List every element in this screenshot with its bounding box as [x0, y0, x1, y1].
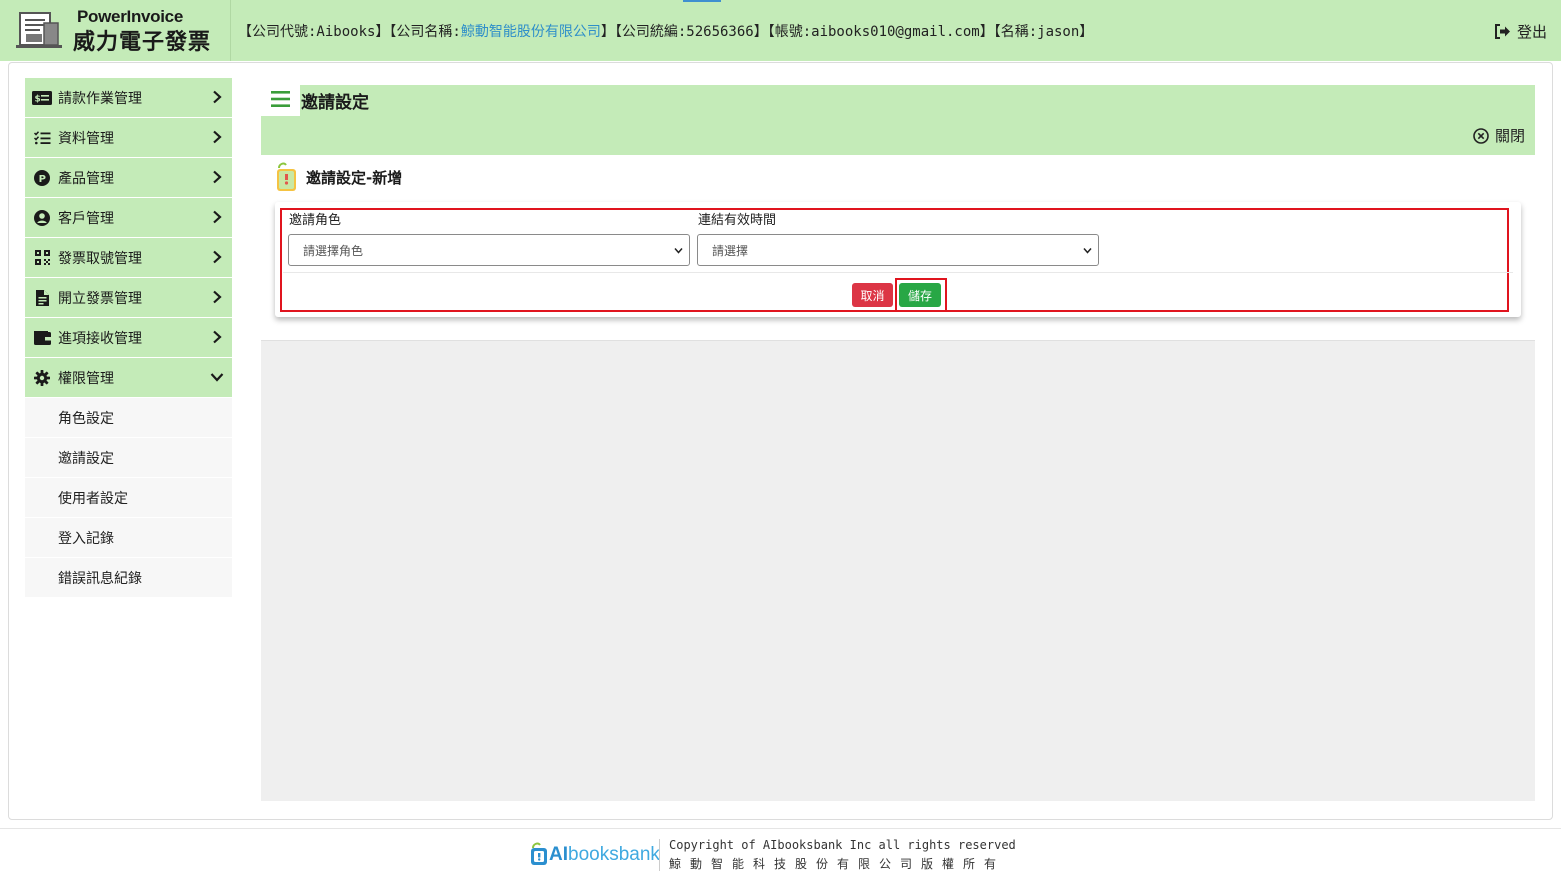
chevron-down-icon	[1083, 248, 1092, 254]
list-check-icon	[32, 129, 52, 147]
footer-separator	[659, 839, 660, 871]
sidebar-item-label: 權限管理	[58, 370, 114, 387]
company-name-link[interactable]: 鯨動智能股份有限公司	[461, 24, 601, 40]
product-p-icon: P	[32, 169, 52, 187]
invoice-money-icon: $	[32, 89, 52, 107]
account-info-bar: 【公司代號:Aibooks】【公司名稱:鯨動智能股份有限公司】【公司統編:526…	[238, 21, 1093, 41]
gear-icon	[32, 369, 52, 387]
info-prefix: 【公司代號:Aibooks】【公司名稱:	[238, 24, 461, 40]
sidebar-item-label: 進項接收管理	[58, 330, 142, 347]
role-field-label: 邀請角色	[289, 213, 342, 228]
sidebar-subitem-user-settings[interactable]: 使用者設定	[25, 478, 232, 517]
chevron-right-icon	[213, 250, 222, 264]
role-select[interactable]: 請選擇角色	[288, 234, 690, 266]
close-circle-icon	[1473, 127, 1489, 144]
link-expiry-select[interactable]: 請選擇	[697, 234, 1099, 266]
page-title-bar: 邀請設定 關閉	[261, 85, 1535, 155]
role-select-value: 請選擇角色	[303, 243, 364, 258]
menu-toggle-button[interactable]	[261, 85, 300, 116]
svg-text:$: $	[35, 94, 41, 104]
sidebar-item-billing[interactable]: $ 請款作業管理	[25, 78, 232, 117]
close-label: 關閉	[1494, 127, 1525, 145]
sidebar-item-label: 資料管理	[58, 130, 114, 147]
sidebar-item-permission[interactable]: 權限管理	[25, 358, 232, 397]
aibooksbank-logo-icon	[531, 842, 547, 865]
sidebar-subitem-error-logs[interactable]: 錯誤訊息紀錄	[25, 558, 232, 597]
content-area: 邀請設定 關閉 邀請設定-新增 邀請角色 請選擇角色 連結有效時間 請選擇 取消…	[261, 85, 1535, 801]
brand-b-text: booksbank	[568, 844, 660, 865]
form-panel: 邀請設定-新增 邀請角色 請選擇角色 連結有效時間 請選擇 取消 儲存	[261, 155, 1535, 341]
sidebar-item-data[interactable]: 資料管理	[25, 118, 232, 157]
sidebar-item-label: 請款作業管理	[58, 90, 142, 107]
top-header: PowerInvoice 威力電子發票 【公司代號:Aibooks】【公司名稱:…	[0, 0, 1561, 61]
sidebar-item-product[interactable]: P 產品管理	[25, 158, 232, 197]
sidebar-subitem-role-settings[interactable]: 角色設定	[25, 398, 232, 437]
page-title: 邀請設定	[301, 93, 369, 113]
invoice-logo-icon	[16, 12, 62, 48]
chevron-right-icon	[213, 170, 222, 184]
sidebar-item-label: 發票取號管理	[58, 250, 142, 267]
logout-button[interactable]: 登出	[1494, 21, 1547, 42]
svg-text:P: P	[39, 174, 46, 185]
sidebar-subitem-invite-settings[interactable]: 邀請設定	[25, 438, 232, 477]
sidebar-item-issue-invoice[interactable]: 開立發票管理	[25, 278, 232, 317]
chevron-right-icon	[213, 130, 222, 144]
sidebar-item-invoice-number[interactable]: 發票取號管理	[25, 238, 232, 277]
top-accent-strip	[683, 0, 721, 2]
wallet-icon	[32, 329, 52, 347]
form-divider	[283, 272, 1513, 273]
chevron-down-icon	[674, 248, 683, 254]
save-button[interactable]: 儲存	[899, 283, 941, 307]
page-footer: AI booksbank Copyright of AIbooksbank Inc…	[0, 828, 1561, 878]
info-suffix: 】【公司統編:52656366】【帳號:aibooks010@gmail.com…	[600, 24, 1094, 40]
chevron-right-icon	[213, 90, 222, 104]
invite-form-card: 邀請角色 請選擇角色 連結有效時間 請選擇 取消 儲存	[275, 202, 1521, 317]
chevron-right-icon	[213, 330, 222, 344]
chevron-right-icon	[213, 290, 222, 304]
document-icon	[32, 289, 52, 307]
cancel-button[interactable]: 取消	[852, 283, 893, 307]
invite-form-icon	[277, 162, 296, 191]
brand-a-text: AI	[549, 844, 568, 865]
chevron-down-icon	[210, 373, 224, 382]
sidebar-item-customer[interactable]: 客戶管理	[25, 198, 232, 237]
sidebar-item-incoming[interactable]: 進項接收管理	[25, 318, 232, 357]
logout-label: 登出	[1516, 23, 1547, 41]
sidebar-item-label: 客戶管理	[58, 210, 114, 227]
copyright-text: Copyright of AIbooksbank Inc all rights …	[669, 838, 1016, 852]
close-button[interactable]: 關閉	[1473, 125, 1525, 146]
sidebar-subitem-login-records[interactable]: 登入記錄	[25, 518, 232, 557]
logo-chinese-text: 威力電子發票	[73, 30, 212, 55]
panel-header: 邀請設定-新增	[275, 162, 402, 192]
chevron-right-icon	[213, 210, 222, 224]
panel-title: 邀請設定-新增	[306, 168, 403, 187]
sidebar-nav: $ 請款作業管理 資料管理 P 產品管理 客戶管理 發票取號管理 開立發票管理 …	[25, 78, 232, 598]
time-field-label: 連結有效時間	[698, 213, 777, 228]
aibooksbank-logo: AI booksbank	[530, 842, 660, 866]
sidebar-item-label: 開立發票管理	[58, 290, 142, 307]
brand-logo[interactable]: PowerInvoice 威力電子發票	[0, 0, 231, 61]
copyright-chinese-text: 鯨動智能科技股份有限公司版權所有	[669, 857, 1006, 871]
hamburger-icon	[271, 91, 290, 107]
logout-icon	[1494, 24, 1510, 39]
user-circle-icon	[32, 209, 52, 227]
qrcode-icon	[32, 249, 52, 267]
expiry-select-value: 請選擇	[712, 243, 749, 258]
sidebar-item-label: 產品管理	[58, 170, 114, 187]
